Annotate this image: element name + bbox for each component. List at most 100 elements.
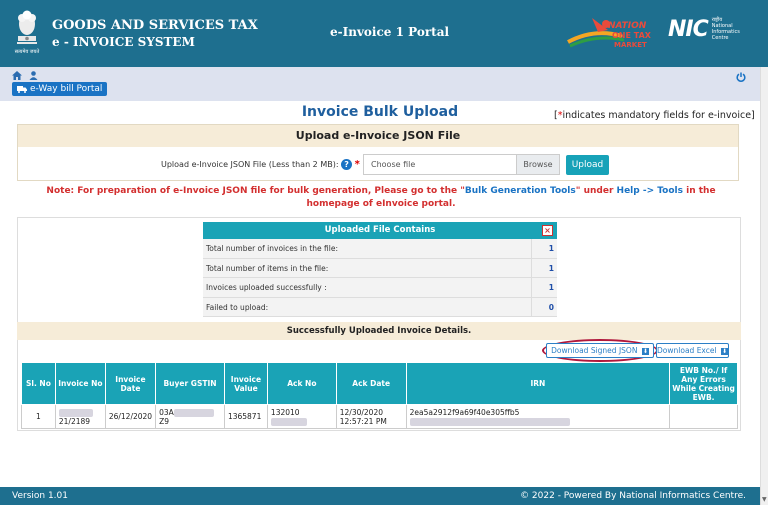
app-header: सत्यमेव जयते GOODS AND SERVICES TAX e - … xyxy=(0,0,768,67)
column-header: IRN xyxy=(405,362,671,405)
note-text-1: Note: For preparation of e-Invoice JSON … xyxy=(46,186,465,196)
download-excel-button[interactable]: Download Excel ⬇ xyxy=(656,343,729,358)
column-header: Invoice Value xyxy=(223,362,268,405)
column-header: EWB No./ If Any Errors While Creating EW… xyxy=(669,362,738,405)
summary-value: 1 xyxy=(548,263,554,273)
summary-value: 0 xyxy=(548,302,554,312)
app-footer: Version 1.01 © 2022 - Powered By Nationa… xyxy=(0,487,760,505)
summary-label: Invoices uploaded successfully : xyxy=(203,278,532,297)
cell-ack-date: 12/30/2020 12:57:21 PM xyxy=(335,404,407,429)
emblem-motto: सत्यमेव जयते xyxy=(14,48,40,55)
help-icon[interactable]: ? xyxy=(341,159,353,170)
portal-title: e-Invoice 1 Portal xyxy=(330,25,450,39)
gstin-prefix: 03A xyxy=(159,407,174,417)
bulk-tools-note: Note: For preparation of e-Invoice JSON … xyxy=(20,185,742,211)
column-header: Invoice Date xyxy=(104,362,157,405)
cell-ewb xyxy=(669,404,738,429)
upload-label: Upload e-Invoice JSON File (Less than 2 … xyxy=(161,160,339,169)
ack-date: 12/30/2020 xyxy=(339,407,383,417)
version-text: Version 1.01 xyxy=(12,491,68,501)
ack-time: 12:57:21 PM xyxy=(339,416,387,426)
file-name-placeholder: Choose file xyxy=(371,160,416,169)
scroll-down-icon[interactable]: ▼ xyxy=(762,496,767,503)
ack-no-prefix: 132010 xyxy=(270,407,300,417)
summary-row: Total number of invoices in the file: 1 xyxy=(203,239,557,259)
upload-row: Upload e-Invoice JSON File (Less than 2 … xyxy=(18,154,738,176)
column-header: Ack Date xyxy=(335,362,407,405)
summary-value: 1 xyxy=(548,244,554,253)
column-header: Invoice No xyxy=(54,362,106,405)
column-header: Sl. No xyxy=(21,362,56,405)
emblem-icon xyxy=(17,10,37,44)
column-header: Ack No xyxy=(266,362,337,405)
summary-label: Failed to upload: xyxy=(203,297,532,316)
nic-sub4: Centre xyxy=(711,35,729,41)
cell-invoice-date: 26/12/2020 xyxy=(104,404,157,429)
mandatory-text: indicates mandatory fields for e-invoice… xyxy=(562,110,755,121)
redacted-block xyxy=(173,408,214,417)
eway-bill-portal-button[interactable]: e-Way bill Portal xyxy=(12,82,108,96)
help-tools-link[interactable]: Help -> Tools xyxy=(617,186,683,196)
vertical-scrollbar[interactable]: ▼ xyxy=(760,67,768,505)
brand-line2: e - INVOICE SYSTEM xyxy=(52,34,195,49)
power-icon[interactable] xyxy=(736,72,746,82)
upload-panel: Upload e-Invoice JSON File Upload e-Invo… xyxy=(17,124,739,181)
required-star: * xyxy=(354,159,360,170)
copyright-text: © 2022 - Powered By National Informatics… xyxy=(520,491,746,501)
table-row: 1 21/2189 26/12/2020 03AZ9 1365871 13201… xyxy=(21,404,738,429)
redacted-block xyxy=(58,408,93,417)
note-text-2: " under xyxy=(575,186,617,196)
cell-buyer-gstin: 03AZ9 xyxy=(155,404,225,429)
toolbar: e-Way bill Portal xyxy=(0,67,768,101)
cell-invoice-no: 21/2189 xyxy=(54,404,106,429)
summary-header: Uploaded File Contains × xyxy=(203,222,557,239)
toolbar-icons xyxy=(12,71,38,80)
download-excel-label: Download Excel xyxy=(657,346,717,355)
svg-text:ONE TAX: ONE TAX xyxy=(612,31,652,40)
gstin-suffix: Z9 xyxy=(159,416,169,426)
summary-row: Invoices uploaded successfully : 1 xyxy=(203,278,557,298)
svg-text:NATION: NATION xyxy=(608,21,647,31)
upload-label-group: Upload e-Invoice JSON File (Less than 2 … xyxy=(161,159,360,170)
irn-prefix: 2ea5a2912f9a69f40e305ffb5 xyxy=(409,407,520,417)
user-icon[interactable] xyxy=(29,71,38,80)
bulk-generation-tools-link[interactable]: Bulk Generation Tools xyxy=(465,186,576,196)
brand-line1: GOODS AND SERVICES TAX xyxy=(52,17,258,33)
summary-row: Failed to upload: 0 xyxy=(203,297,557,317)
upload-summary: Uploaded File Contains × Total number of… xyxy=(203,222,557,317)
download-json-label: Download Signed JSON xyxy=(551,346,638,355)
table-header-row: Sl. No Invoice No Invoice Date Buyer GST… xyxy=(21,362,738,405)
cell-ack-no: 132010 xyxy=(266,404,337,429)
download-signed-json-button[interactable]: Download Signed JSON ⬇ xyxy=(546,343,654,358)
download-icon: ⬇ xyxy=(641,347,649,355)
cell-invoice-value: 1365871 xyxy=(223,404,268,429)
summary-row: Total number of items in the file: 1 xyxy=(203,258,557,278)
mandatory-note: [*indicates mandatory fields for e-invoi… xyxy=(554,110,755,121)
redacted-block xyxy=(270,417,307,426)
nic-logo: NIC राष्ट्रीय National Informatics Centr… xyxy=(668,14,746,44)
redacted-block xyxy=(409,417,570,426)
gst-logo: NATION ONE TAX MARKET xyxy=(567,18,652,49)
svg-text:MARKET: MARKET xyxy=(614,41,647,49)
cell-irn: 2ea5a2912f9a69f40e305ffb5 xyxy=(405,404,671,429)
summary-label: Total number of invoices in the file: xyxy=(203,239,532,258)
upload-button[interactable]: Upload xyxy=(566,155,609,175)
file-input[interactable]: Choose file Browse xyxy=(363,154,560,175)
invoice-table: Sl. No Invoice No Invoice Date Buyer GST… xyxy=(21,362,738,429)
column-header: Buyer GSTIN xyxy=(155,362,225,405)
nic-logo-text: NIC xyxy=(668,16,709,42)
invoice-no-text: 21/2189 xyxy=(58,416,91,426)
eway-bill-portal-label: e-Way bill Portal xyxy=(30,84,103,94)
summary-title: Uploaded File Contains xyxy=(324,225,436,235)
brand-title: GOODS AND SERVICES TAX e - INVOICE SYSTE… xyxy=(52,17,258,51)
cell-sl-no: 1 xyxy=(21,404,56,429)
truck-icon xyxy=(17,86,27,93)
browse-button[interactable]: Browse xyxy=(516,155,559,174)
close-icon[interactable]: × xyxy=(542,225,553,236)
home-icon[interactable] xyxy=(12,71,22,80)
download-icon: ⬇ xyxy=(720,347,728,355)
summary-value: 1 xyxy=(548,283,554,292)
nic-subtext: राष्ट्रीय National Informatics Centre xyxy=(712,17,740,41)
summary-label: Total number of items in the file: xyxy=(203,258,532,277)
upload-panel-header: Upload e-Invoice JSON File xyxy=(18,125,738,147)
